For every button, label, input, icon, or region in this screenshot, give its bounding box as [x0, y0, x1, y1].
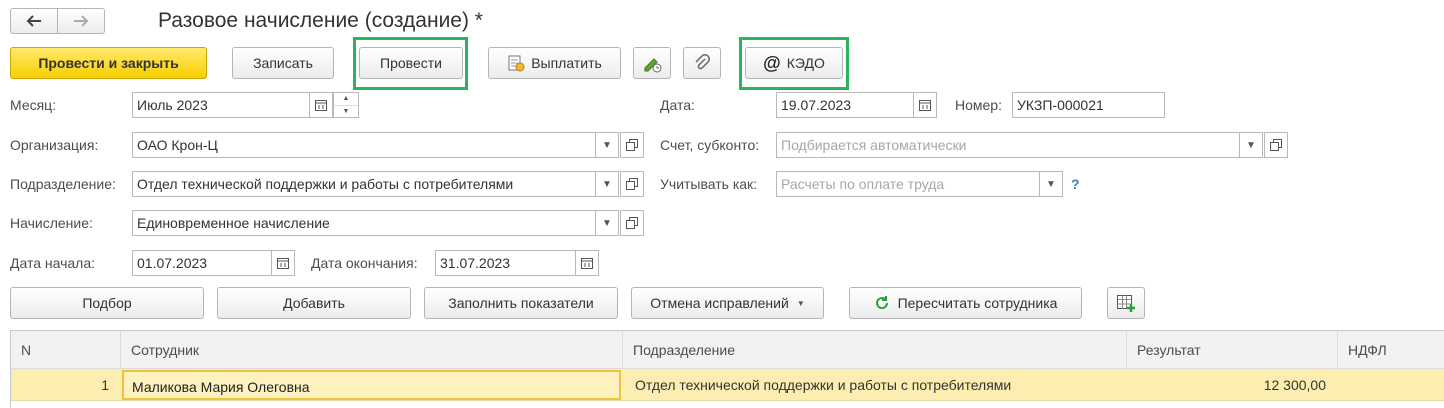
paperclip-icon [695, 54, 710, 70]
open-form-icon [1270, 139, 1282, 151]
row-employee[interactable]: Маликова Мария Олеговна [122, 370, 621, 400]
open-form-icon [626, 217, 638, 229]
organization-dropdown-button[interactable]: ▼ [595, 132, 619, 158]
add-button[interactable]: Добавить [217, 287, 411, 319]
calendar-icon [277, 258, 289, 269]
account-as-field[interactable]: Расчеты по оплате труда [776, 171, 1040, 197]
column-header-n[interactable]: N [11, 331, 121, 369]
table-settings-button[interactable] [1107, 287, 1145, 319]
stepper-down-icon[interactable]: ▼ [334, 106, 358, 118]
column-header-department[interactable]: Подразделение [623, 331, 1127, 369]
post-and-close-button[interactable]: Провести и закрыть [10, 47, 207, 79]
recalc-employee-label: Пересчитать сотрудника [897, 295, 1058, 311]
number-label: Номер: [955, 97, 1002, 113]
open-form-icon [626, 178, 638, 190]
chevron-down-icon: ▼ [796, 298, 805, 308]
chevron-down-icon: ▼ [602, 139, 612, 151]
accrual-dropdown-button[interactable]: ▼ [595, 210, 619, 236]
account-field[interactable]: Подбирается автоматически [776, 132, 1240, 158]
account-dropdown-button[interactable]: ▼ [1239, 132, 1263, 158]
department-field[interactable]: Отдел технической поддержки и работы с п… [132, 171, 596, 197]
at-sign-icon: @ [763, 52, 781, 73]
department-dropdown-button[interactable]: ▼ [595, 171, 619, 197]
table-add-icon [1117, 295, 1135, 312]
column-header-employee[interactable]: Сотрудник [121, 331, 623, 369]
accrual-open-button[interactable] [620, 210, 644, 236]
row-ndfl[interactable] [1338, 369, 1444, 401]
column-header-result[interactable]: Результат [1127, 331, 1338, 369]
chevron-down-icon: ▼ [602, 217, 612, 229]
account-as-dropdown-button[interactable]: ▼ [1039, 171, 1063, 197]
back-button[interactable] [10, 8, 58, 34]
department-open-button[interactable] [620, 171, 644, 197]
calendar-icon [919, 100, 931, 111]
date-field[interactable]: 19.07.2023 [776, 92, 914, 118]
month-stepper[interactable]: ▲ ▼ [333, 92, 359, 118]
end-date-calendar-button[interactable] [575, 250, 599, 276]
pay-label: Выплатить [531, 55, 602, 71]
date-calendar-button[interactable] [913, 92, 937, 118]
start-date-field[interactable]: 01.07.2023 [132, 250, 272, 276]
end-date-field[interactable]: 31.07.2023 [435, 250, 576, 276]
organization-label: Организация: [10, 137, 99, 153]
accruals-table: N Сотрудник Подразделение Результат НДФЛ… [10, 330, 1444, 408]
start-date-calendar-button[interactable] [271, 250, 295, 276]
open-form-icon [626, 139, 638, 151]
chevron-down-icon: ▼ [602, 178, 612, 190]
refresh-icon [875, 296, 888, 310]
chevron-down-icon: ▼ [1246, 139, 1256, 151]
column-header-ndfl[interactable]: НДФЛ [1338, 331, 1444, 369]
account-as-label: Учитывать как: [660, 176, 758, 192]
month-field[interactable]: Июль 2023 [132, 92, 310, 118]
pay-icon [508, 55, 525, 72]
cancel-fixes-label: Отмена исправлений [650, 295, 789, 311]
kedo-button[interactable]: @ КЭДО [745, 47, 843, 79]
date-label: Дата: [660, 97, 695, 113]
pencil-clock-icon [644, 58, 662, 73]
stepper-up-icon[interactable]: ▲ [334, 93, 358, 106]
account-label: Счет, субконто: [660, 137, 760, 153]
row-number: 1 [101, 377, 109, 393]
row-department[interactable]: Отдел технической поддержки и работы с п… [623, 369, 1127, 401]
attach-button[interactable] [683, 47, 721, 79]
pay-button[interactable]: Выплатить [488, 47, 621, 79]
start-date-label: Дата начала: [10, 255, 96, 271]
department-label: Подразделение: [10, 176, 116, 192]
page-title: Разовое начисление (создание) * [158, 9, 483, 32]
forward-button[interactable] [57, 8, 105, 34]
calendar-icon [315, 100, 327, 111]
row-result[interactable]: 12 300,00 [1127, 369, 1338, 401]
cancel-fixes-button[interactable]: Отмена исправлений ▼ [631, 287, 824, 319]
arrow-left-icon [26, 15, 41, 27]
end-date-label: Дата окончания: [311, 255, 418, 271]
recalc-employee-button[interactable]: Пересчитать сотрудника [849, 287, 1082, 319]
kedo-label: КЭДО [786, 55, 825, 71]
month-label: Месяц: [10, 97, 57, 113]
month-calendar-button[interactable] [309, 92, 333, 118]
account-open-button[interactable] [1264, 132, 1288, 158]
fill-indicators-button[interactable]: Заполнить показатели [424, 287, 618, 319]
help-icon[interactable]: ? [1071, 175, 1080, 193]
accrual-label: Начисление: [10, 215, 93, 231]
save-button[interactable]: Записать [232, 47, 334, 79]
arrow-right-icon [74, 15, 89, 27]
accrual-field[interactable]: Единовременное начисление [132, 210, 596, 236]
calendar-icon [581, 258, 593, 269]
post-button[interactable]: Провести [359, 47, 463, 79]
edit-history-button[interactable] [633, 47, 671, 79]
organization-field[interactable]: ОАО Крон-Ц [132, 132, 596, 158]
table-header: N Сотрудник Подразделение Результат НДФЛ [11, 331, 1444, 369]
number-field[interactable]: УКЗП-000021 [1012, 92, 1165, 118]
select-button[interactable]: Подбор [10, 287, 204, 319]
chevron-down-icon: ▼ [1046, 178, 1056, 190]
table-row[interactable]: 1 Маликова Мария Олеговна Отдел техничес… [11, 369, 1444, 401]
organization-open-button[interactable] [620, 132, 644, 158]
